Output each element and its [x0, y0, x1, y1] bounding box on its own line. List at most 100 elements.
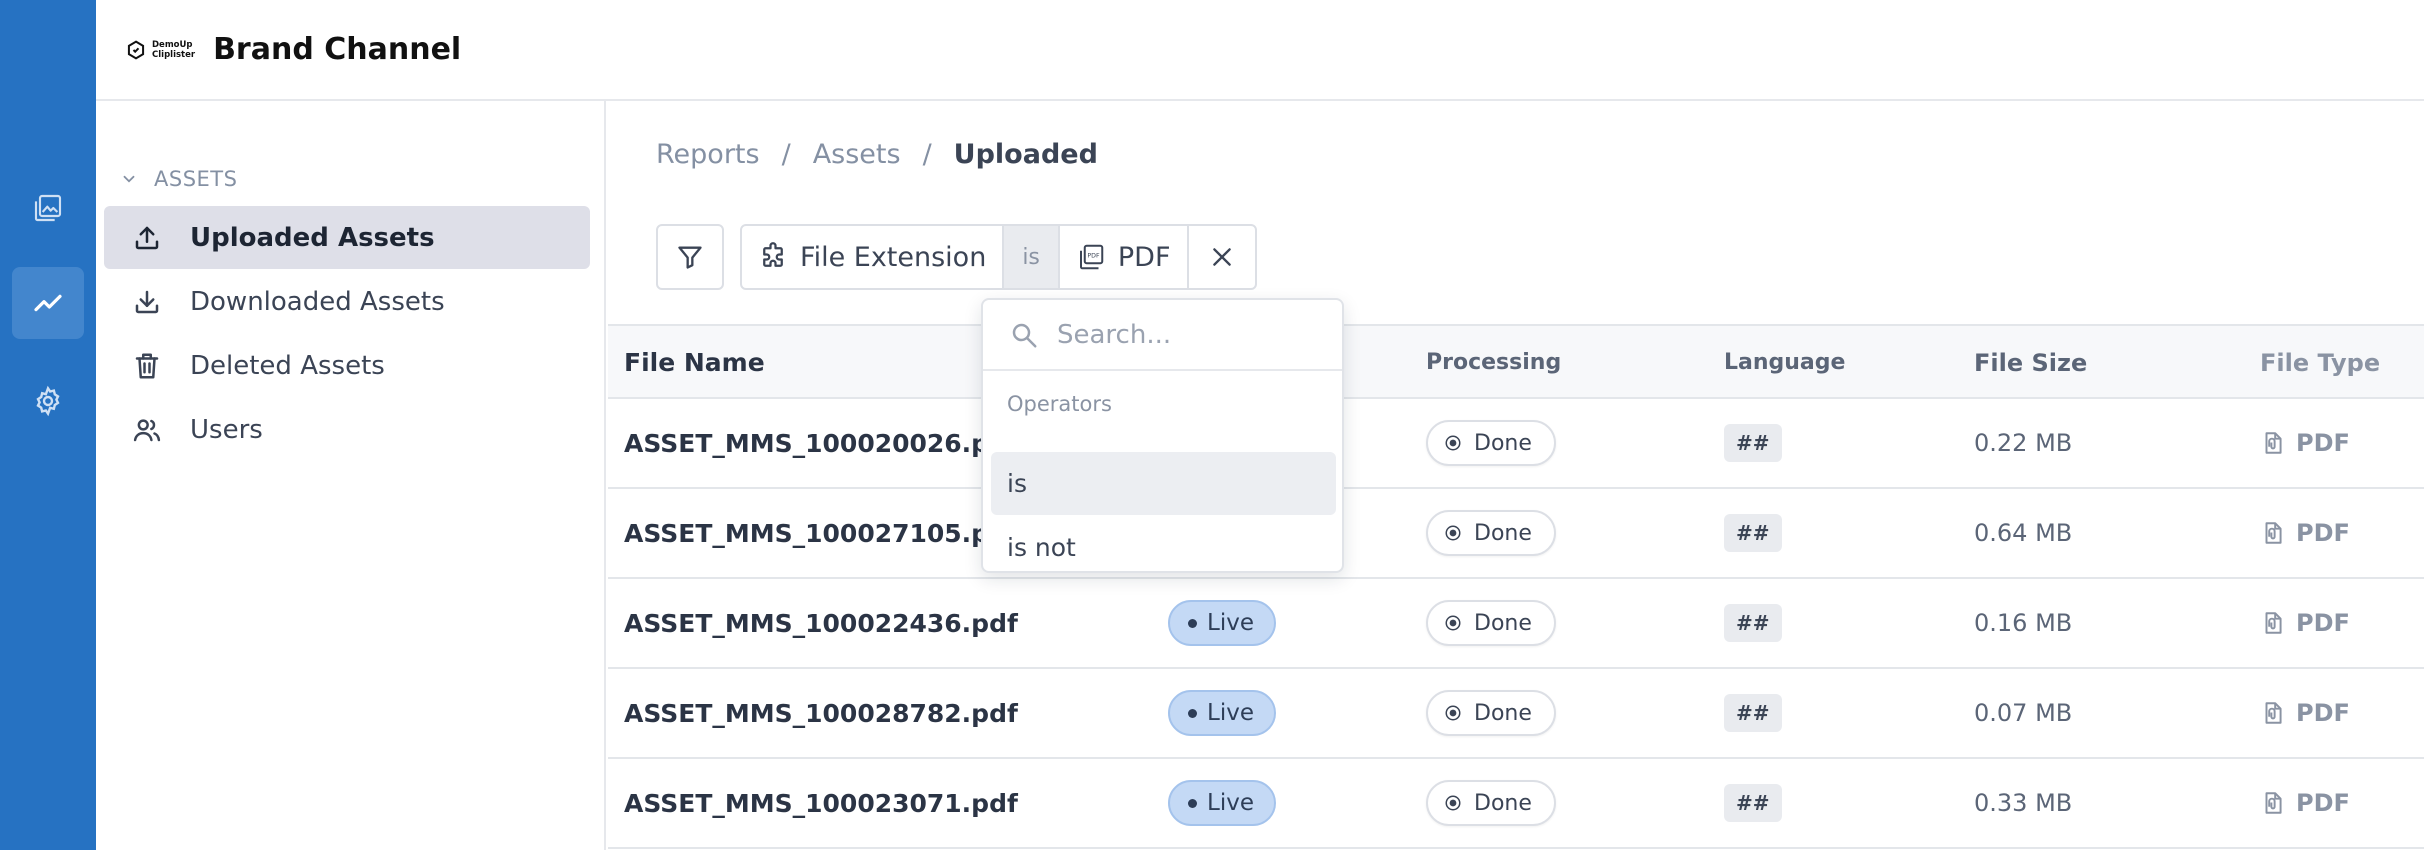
table-row[interactable]: ASSET_MMS_100028782.pdf Live Done ## 0.0… [608, 669, 2424, 759]
file-name-cell[interactable]: ASSET_MMS_100022436.pdf [624, 579, 1018, 667]
status-dot-icon [1188, 618, 1197, 628]
operator-search-input[interactable] [1057, 319, 1307, 350]
column-header-processing[interactable]: Processing [1426, 326, 1561, 399]
radio-dot-icon [1445, 525, 1461, 541]
radio-dot-icon [1445, 435, 1461, 451]
column-header-language[interactable]: Language [1724, 326, 1845, 399]
filter-operator[interactable]: is [1002, 226, 1058, 288]
processing-badge: Done [1426, 780, 1556, 826]
language-cell: ## [1724, 669, 1782, 757]
file-type-cell: PDF [2260, 579, 2350, 667]
file-icon [2265, 432, 2282, 454]
filter-icon [678, 246, 702, 269]
breadcrumb-separator: / [781, 139, 791, 170]
file-icon [2265, 702, 2282, 724]
filter-value[interactable]: PDF PDF [1057, 226, 1187, 288]
breadcrumb-item-reports[interactable]: Reports [656, 139, 760, 170]
logo-line-1: DemoUp [152, 39, 193, 50]
breadcrumb-item-uploaded: Uploaded [953, 139, 1098, 170]
assets-table: File Name Processing Language File Size … [608, 324, 2424, 849]
language-cell: ## [1724, 489, 1782, 577]
file-size-cell: 0.22 MB [1974, 429, 2073, 457]
status-cell: Live [1168, 669, 1276, 757]
rail-settings-button[interactable] [12, 365, 84, 437]
rail-reports-button[interactable] [12, 267, 84, 339]
sidebar-item-downloaded-assets[interactable]: Downloaded Assets [104, 270, 590, 333]
language-badge: ## [1724, 514, 1782, 552]
sidebar-section-label: ASSETS [154, 167, 238, 191]
app-title: Brand Channel [213, 32, 462, 67]
puzzle-icon [763, 242, 783, 267]
svg-text:PDF: PDF [1087, 253, 1100, 260]
table-row[interactable]: ASSET_MMS_100020026.pdf Done ## 0.22 MB … [608, 399, 2424, 489]
file-icon [2265, 792, 2282, 814]
top-header: DemoUp Cliplister Brand Channel [96, 0, 2424, 101]
operator-option-is-not[interactable]: is not [991, 516, 1336, 579]
status-badge: Live [1168, 780, 1276, 826]
filter-button[interactable] [656, 224, 724, 290]
trash-icon [135, 353, 159, 378]
file-type-label: PDF [2296, 609, 2350, 637]
app-rail [0, 0, 96, 850]
processing-label: Done [1474, 520, 1532, 546]
active-filter-chip: File Extension is PDF PDF [740, 224, 1257, 290]
file-size-cell: 0.33 MB [1974, 789, 2073, 817]
file-name-cell[interactable]: ASSET_MMS_100027105.pdf [624, 489, 1018, 577]
breadcrumb-item-assets[interactable]: Assets [813, 139, 901, 170]
pdf-file-icon: PDF [1079, 244, 1104, 270]
breadcrumb: Reports / Assets / Uploaded [656, 139, 1098, 170]
remove-filter-button[interactable] [1186, 226, 1255, 288]
sidebar-item-label: Uploaded Assets [190, 222, 435, 253]
table-row[interactable]: ASSET_MMS_100022436.pdf Live Done ## 0.1… [608, 579, 2424, 669]
filter-value-label: PDF [1117, 241, 1171, 273]
processing-label: Done [1474, 430, 1532, 456]
filter-field[interactable]: File Extension [742, 226, 1002, 288]
status-cell: Live [1168, 579, 1276, 667]
table-row[interactable]: ASSET_MMS_100027105.pdf Done ## 0.64 MB … [608, 489, 2424, 579]
status-dot-icon [1188, 798, 1197, 808]
processing-cell: Done [1426, 489, 1556, 577]
file-type-label: PDF [2296, 519, 2350, 547]
filter-field-label: File Extension [800, 241, 987, 273]
table-row[interactable]: ASSET_MMS_100023071.pdf Live Done ## 0.3… [608, 759, 2424, 849]
sidebar-item-users[interactable]: Users [104, 398, 590, 461]
sidebar-section-assets[interactable]: ASSETS [120, 167, 237, 191]
processing-badge: Done [1426, 420, 1556, 466]
gallery-icon [34, 194, 62, 222]
language-badge: ## [1724, 784, 1782, 822]
file-type-label: PDF [2296, 429, 2350, 457]
status-badge: Live [1168, 690, 1276, 736]
file-icon [2265, 522, 2282, 544]
file-type-cell: PDF [2260, 669, 2350, 757]
column-header-file-size[interactable]: File Size [1974, 326, 2087, 399]
radio-dot-icon [1445, 705, 1461, 721]
brand-logo[interactable]: DemoUp Cliplister [126, 40, 195, 60]
table-header: File Name Processing Language File Size … [608, 324, 2424, 399]
file-name-cell[interactable]: ASSET_MMS_100028782.pdf [624, 669, 1018, 757]
column-header-file-type[interactable]: File Type [2260, 326, 2380, 399]
column-header-file-name[interactable]: File Name [624, 326, 765, 399]
users-icon [133, 418, 161, 441]
main-content: Reports / Assets / Uploaded File Extensi… [608, 101, 2424, 850]
processing-badge: Done [1426, 690, 1556, 736]
status-cell: Live [1168, 759, 1276, 847]
file-name-cell[interactable]: ASSET_MMS_100020026.pdf [624, 399, 1018, 487]
language-badge: ## [1724, 694, 1782, 732]
processing-badge: Done [1426, 600, 1556, 646]
breadcrumb-separator: / [922, 139, 932, 170]
operator-option-is[interactable]: is [991, 452, 1336, 515]
file-size-cell: 0.16 MB [1974, 609, 2073, 637]
processing-cell: Done [1426, 759, 1556, 847]
language-badge: ## [1724, 424, 1782, 462]
download-icon [135, 290, 159, 313]
rail-media-button[interactable] [12, 172, 84, 244]
processing-label: Done [1474, 700, 1532, 726]
sidebar-item-uploaded-assets[interactable]: Uploaded Assets [104, 206, 590, 269]
file-type-label: PDF [2296, 699, 2350, 727]
file-name-cell[interactable]: ASSET_MMS_100023071.pdf [624, 759, 1018, 847]
gear-icon [36, 385, 60, 417]
status-dot-icon [1188, 708, 1197, 718]
status-label: Live [1207, 790, 1254, 816]
sidebar-item-deleted-assets[interactable]: Deleted Assets [104, 334, 590, 397]
logo-hexagon-icon [127, 40, 145, 59]
